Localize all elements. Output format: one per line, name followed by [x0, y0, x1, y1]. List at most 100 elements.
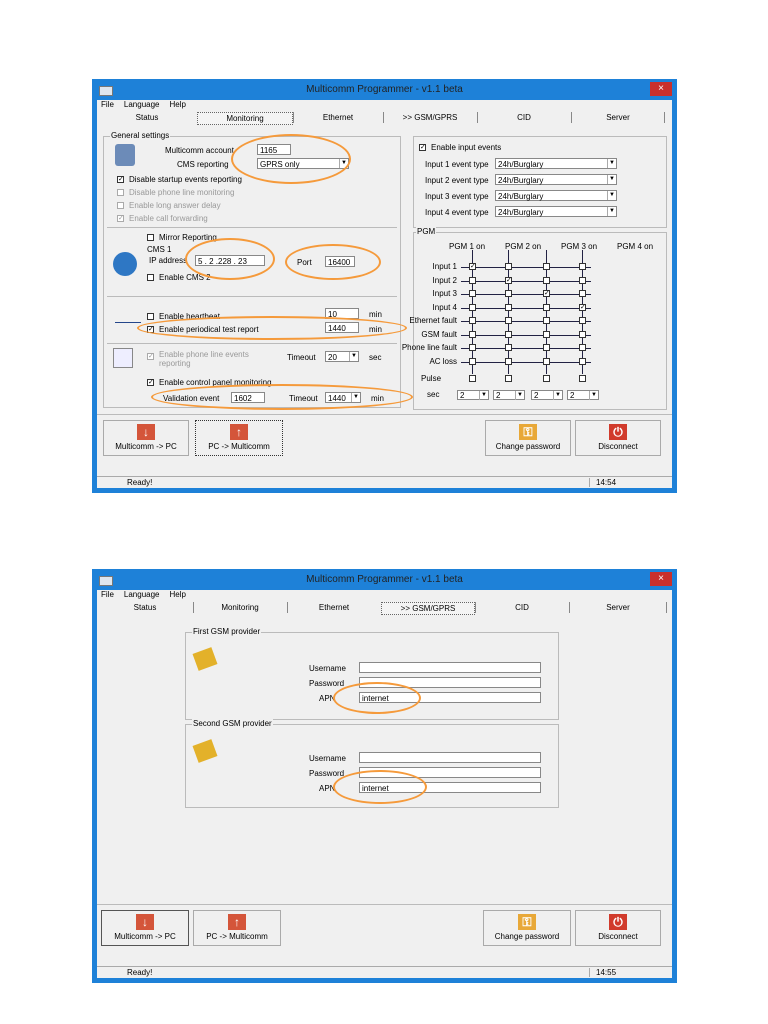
heartbeat-checkbox[interactable]: [147, 313, 154, 320]
pgm-checkbox[interactable]: [505, 344, 512, 351]
multicomm-to-pc-label: Multicomm -> PC: [114, 932, 176, 941]
input-events-checkbox[interactable]: ✓: [419, 144, 426, 151]
pgm-checkbox[interactable]: [579, 276, 586, 284]
menu-help[interactable]: Help: [169, 590, 185, 599]
pgm-checkbox[interactable]: [469, 303, 476, 311]
username-label: Username: [309, 664, 346, 673]
pgm-checkbox[interactable]: [505, 303, 512, 311]
pc-to-multicomm-button[interactable]: ↑ PC -> Multicomm: [193, 910, 281, 946]
input1-select[interactable]: 24h/Burglary ▼: [495, 158, 617, 169]
pgm-checkbox[interactable]: [579, 357, 586, 365]
pgm-checkbox[interactable]: [469, 276, 476, 284]
change-password-button[interactable]: ⚿ Change password: [483, 910, 571, 946]
pgm-checkbox[interactable]: [579, 263, 586, 270]
pgm-checkbox[interactable]: ✓: [505, 276, 512, 284]
pulse-checkbox[interactable]: [469, 375, 476, 382]
pgm-checkbox[interactable]: ✓: [543, 290, 550, 297]
pgm-checkbox[interactable]: [543, 357, 550, 365]
input2-value: 24h/Burglary: [498, 176, 544, 185]
pgm-checkbox[interactable]: [505, 330, 512, 338]
chevron-down-icon: ▼: [589, 391, 598, 400]
pgm-checkbox[interactable]: ✓: [579, 303, 586, 311]
pgm-checkbox[interactable]: [469, 317, 476, 324]
close-button[interactable]: ×: [650, 82, 672, 96]
tab-gsm[interactable]: >> GSM/GPRS: [381, 602, 475, 615]
pulse-duration-value: 2: [460, 391, 465, 400]
menu-file[interactable]: File: [101, 100, 114, 109]
menu-language[interactable]: Language: [124, 590, 160, 599]
pgm-checkbox[interactable]: [505, 263, 512, 270]
tab-status[interactable]: Status: [97, 602, 193, 613]
pgm-checkbox[interactable]: [579, 290, 586, 297]
pgm-checkbox[interactable]: [543, 344, 550, 351]
pulse-checkbox[interactable]: [505, 375, 512, 382]
timeout-select[interactable]: 20 ▼: [325, 351, 359, 362]
change-password-button[interactable]: ⚿ Change password: [485, 420, 571, 456]
multicomm-to-pc-button[interactable]: ↓ Multicomm -> PC: [101, 910, 189, 946]
pgm-checkbox[interactable]: [543, 263, 550, 270]
call-forward-checkbox[interactable]: ✓: [117, 215, 124, 222]
pgm-connector-line: [461, 334, 591, 336]
pulse-duration-select[interactable]: 2 ▼: [457, 390, 489, 400]
pc-to-multicomm-button[interactable]: ↑ PC -> Multicomm: [195, 420, 283, 456]
pgm-checkbox[interactable]: [505, 357, 512, 365]
pgm-connector-line: [461, 307, 591, 309]
control-panel-checkbox[interactable]: ✓: [147, 379, 154, 386]
username-label: Username: [309, 754, 346, 763]
highlight-oval: [137, 316, 407, 340]
input4-select[interactable]: 24h/Burglary ▼: [495, 206, 617, 217]
tab-cid[interactable]: CID: [477, 112, 570, 123]
menu-language[interactable]: Language: [124, 100, 160, 109]
username2-input[interactable]: [359, 752, 541, 763]
pulse-duration-select[interactable]: 2 ▼: [531, 390, 563, 400]
disconnect-button[interactable]: ⏻ Disconnect: [575, 420, 661, 456]
pulse-duration-select[interactable]: 2 ▼: [567, 390, 599, 400]
pgm-checkbox[interactable]: [543, 317, 550, 324]
window-title: Multicomm Programmer - v1.1 beta: [306, 84, 463, 95]
mirror-checkbox[interactable]: [147, 234, 154, 241]
account-label: Multicomm account: [165, 146, 234, 155]
pulse-checkbox[interactable]: [579, 375, 586, 382]
input3-select[interactable]: 24h/Burglary ▼: [495, 190, 617, 201]
pgm-checkbox[interactable]: [579, 317, 586, 324]
pgm-checkbox[interactable]: [543, 276, 550, 284]
tab-server[interactable]: Server: [571, 112, 665, 123]
long-answer-checkbox[interactable]: [117, 202, 124, 209]
disable-phone-checkbox[interactable]: [117, 189, 124, 196]
menu-file[interactable]: File: [101, 590, 114, 599]
tab-monitoring[interactable]: Monitoring: [193, 602, 286, 613]
tab-gsm[interactable]: >> GSM/GPRS: [383, 112, 476, 123]
disconnect-button[interactable]: ⏻ Disconnect: [575, 910, 661, 946]
client-area: File Language Help Status Monitoring Ether…: [97, 100, 672, 488]
username1-input[interactable]: [359, 662, 541, 673]
tab-ethernet[interactable]: Ethernet: [287, 602, 380, 613]
input2-select[interactable]: 24h/Burglary ▼: [495, 174, 617, 185]
disable-startup-checkbox[interactable]: ✓: [117, 176, 124, 183]
pgm-checkbox[interactable]: [543, 330, 550, 338]
pgm-checkbox[interactable]: [543, 303, 550, 311]
pgm-checkbox[interactable]: [505, 317, 512, 324]
tab-monitoring[interactable]: Monitoring: [197, 112, 293, 125]
highlight-oval: [285, 244, 381, 280]
pgm-checkbox[interactable]: [579, 344, 586, 351]
tab-ethernet[interactable]: Ethernet: [293, 112, 382, 123]
tab-cid[interactable]: CID: [475, 602, 568, 613]
close-button[interactable]: ×: [650, 572, 672, 586]
pgm-checkbox[interactable]: [505, 290, 512, 297]
pgm-checkbox[interactable]: [469, 357, 476, 365]
client-area: File Language Help Status Monitoring Ether…: [97, 590, 672, 978]
multicomm-to-pc-button[interactable]: ↓ Multicomm -> PC: [103, 420, 189, 456]
phone-events-checkbox[interactable]: ✓: [147, 353, 154, 360]
cms2-checkbox[interactable]: [147, 274, 154, 281]
pgm-checkbox[interactable]: [469, 290, 476, 297]
pgm-checkbox[interactable]: [579, 330, 586, 338]
tab-status[interactable]: Status: [97, 112, 197, 123]
pgm-checkbox[interactable]: ✓: [469, 263, 476, 270]
pgm-checkbox[interactable]: [469, 344, 476, 351]
pulse-checkbox[interactable]: [543, 375, 550, 382]
menu-help[interactable]: Help: [169, 100, 185, 109]
tab-server[interactable]: Server: [569, 602, 667, 613]
pulse-duration-select[interactable]: 2 ▼: [493, 390, 525, 400]
divider: [107, 296, 397, 297]
pgm-checkbox[interactable]: [469, 330, 476, 338]
